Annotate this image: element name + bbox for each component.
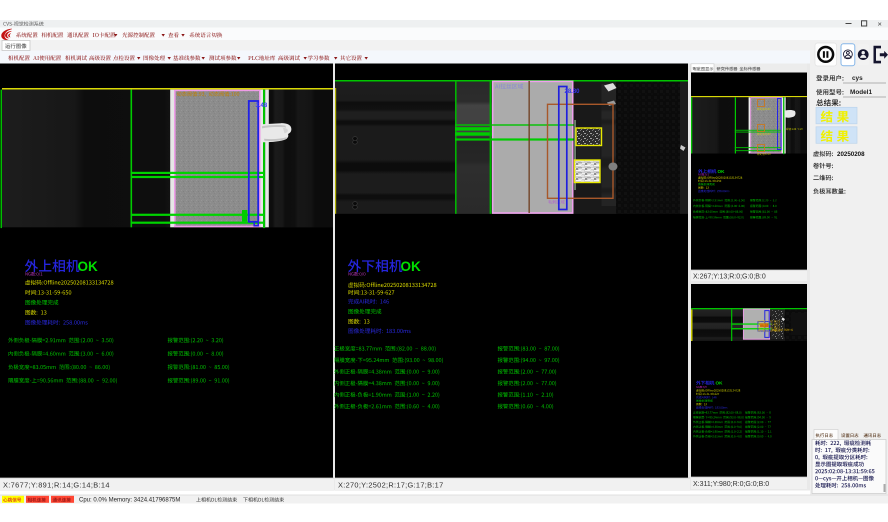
svg-text:OK: OK xyxy=(78,259,99,274)
svg-text:cys: cys xyxy=(852,75,863,82)
svg-text:OK: OK xyxy=(718,169,726,174)
svg-text:X:267;Y:13;R:0;G:0;B:0: X:267;Y:13;R:0;G:0;B:0 xyxy=(693,274,766,281)
svg-text:3.48: 3.48 xyxy=(256,103,268,109)
svg-text:Model1: Model1 xyxy=(850,89,872,96)
svg-text:OK: OK xyxy=(401,259,422,274)
svg-text:X:7677;Y:891;R:14;G:14;B:14: X:7677;Y:891;R:14;G:14;B:14 xyxy=(3,481,110,490)
svg-text:×: × xyxy=(878,19,882,28)
svg-text:OK: OK xyxy=(716,381,724,386)
svg-text:X:311;Y:980;R:0;G:0;B:0: X:311;Y:980;R:0;G:0;B:0 xyxy=(693,481,769,488)
svg-text:Cpu: 0.0% Memory: 3424.41796: Cpu: 0.0% Memory: 3424.41796875M xyxy=(79,498,180,504)
svg-text:20250208: 20250208 xyxy=(837,151,865,158)
svg-text:28.80: 28.80 xyxy=(565,89,581,95)
svg-text:X:270;Y:2502;R:17;G:17;B:17: X:270;Y:2502;R:17;G:17;B:17 xyxy=(338,481,443,490)
